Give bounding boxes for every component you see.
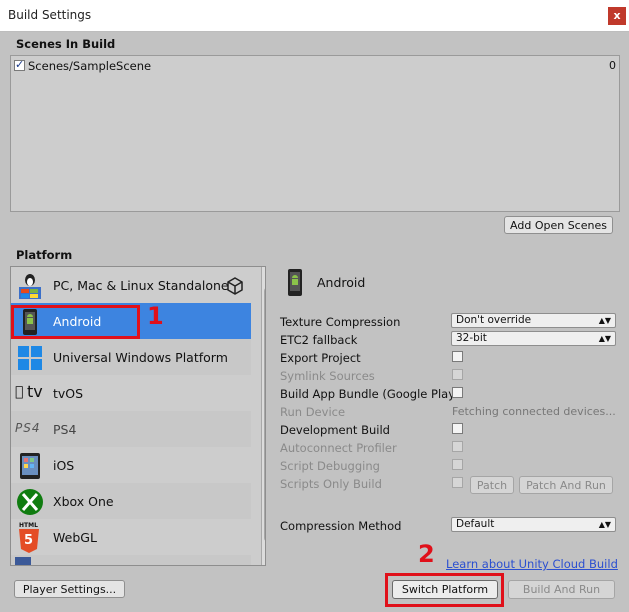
- platform-label: PC, Mac & Linux Standalone: [53, 278, 229, 293]
- platform-scrollbar[interactable]: ▲ ▼: [261, 267, 266, 565]
- annotation-box-1: [11, 305, 140, 339]
- html5-text: HTML: [19, 522, 38, 529]
- unity-icon: [225, 276, 245, 296]
- dropdown-arrow-icon: ▲▼: [598, 316, 611, 325]
- xbox-icon: [15, 487, 45, 515]
- development-build-label: Development Build: [280, 423, 390, 437]
- pc-mac-linux-icon: [15, 271, 45, 299]
- platform-item-webgl[interactable]: HTML 5 WebGL: [11, 519, 251, 555]
- scroll-up-icon[interactable]: ▲: [265, 270, 266, 278]
- close-button[interactable]: x: [608, 7, 626, 25]
- etc2-fallback-dropdown[interactable]: 32-bit ▲▼: [451, 331, 616, 346]
- player-settings-button[interactable]: Player Settings...: [14, 580, 125, 598]
- symlink-sources-label: Symlink Sources: [280, 369, 375, 383]
- apple-tv-icon:  tv: [15, 379, 45, 407]
- platform-label: PS4: [53, 422, 77, 437]
- etc2-fallback-label: ETC2 fallback: [280, 333, 358, 347]
- selected-platform-title: Android: [317, 275, 366, 290]
- title-bar: Build Settings x: [0, 0, 629, 32]
- scroll-thumb[interactable]: [264, 287, 265, 542]
- platform-item-partial[interactable]: [11, 555, 251, 565]
- platform-item-xbox-one[interactable]: Xbox One: [11, 483, 251, 519]
- scene-index: 0: [609, 59, 616, 72]
- texture-compression-label: Texture Compression: [280, 315, 401, 329]
- scenes-list[interactable]: Scenes/SampleScene 0: [10, 55, 620, 212]
- android-icon: [283, 268, 307, 298]
- compression-method-value: Default: [456, 518, 495, 530]
- dropdown-arrow-icon: ▲▼: [598, 520, 611, 529]
- symlink-sources-checkbox[interactable]: [452, 369, 463, 380]
- tv-logo-text: tv: [27, 382, 43, 401]
- patch-button[interactable]: Patch: [470, 476, 514, 494]
- run-device-label: Run Device: [280, 405, 346, 419]
- window-title: Build Settings: [8, 8, 92, 22]
- scenes-header: Scenes In Build: [16, 37, 116, 51]
- platform-label: iOS: [53, 458, 75, 473]
- platform-label: tvOS: [53, 386, 84, 401]
- scripts-only-build-label: Scripts Only Build: [280, 477, 382, 491]
- scene-name: Scenes/SampleScene: [28, 59, 152, 73]
- platform-label: Universal Windows Platform: [53, 350, 228, 365]
- run-device-value[interactable]: Fetching connected devices...: [452, 405, 616, 418]
- build-and-run-button[interactable]: Build And Run: [508, 580, 615, 599]
- ps4-icon: PS4: [15, 415, 45, 443]
- windows-icon: [15, 343, 45, 371]
- platform-item-tvos[interactable]:  tv tvOS: [11, 375, 251, 411]
- script-debugging-label: Script Debugging: [280, 459, 380, 473]
- platform-label: WebGL: [53, 530, 97, 545]
- platform-item-ps4[interactable]: PS4 PS4: [11, 411, 251, 447]
- compression-method-label: Compression Method: [280, 519, 402, 533]
- scene-row[interactable]: Scenes/SampleScene 0: [11, 57, 619, 74]
- scripts-only-build-checkbox[interactable]: [452, 477, 463, 488]
- etc2-fallback-value: 32-bit: [456, 332, 487, 344]
- ps4-logo-text: PS4: [15, 421, 41, 435]
- cloud-build-link[interactable]: Learn about Unity Cloud Build: [446, 557, 618, 571]
- dropdown-arrow-icon: ▲▼: [598, 334, 611, 343]
- build-app-bundle-checkbox[interactable]: [452, 387, 463, 398]
- compression-method-dropdown[interactable]: Default ▲▼: [451, 517, 616, 532]
- annotation-step-2: 2: [418, 540, 435, 568]
- platform-item-uwp[interactable]: Universal Windows Platform: [11, 339, 251, 375]
- platform-item-pc-mac-linux[interactable]: PC, Mac & Linux Standalone: [11, 267, 251, 303]
- autoconnect-profiler-label: Autoconnect Profiler: [280, 441, 397, 455]
- annotation-step-1: 1: [147, 302, 164, 330]
- scroll-down-icon[interactable]: ▼: [265, 553, 266, 561]
- platform-item-ios[interactable]: iOS: [11, 447, 251, 483]
- texture-compression-value: Don't override: [456, 314, 532, 326]
- development-build-checkbox[interactable]: [452, 423, 463, 434]
- export-project-label: Export Project: [280, 351, 361, 365]
- scene-checkbox[interactable]: [14, 58, 25, 71]
- patch-and-run-button[interactable]: Patch And Run: [519, 476, 613, 494]
- facebook-icon: [15, 557, 31, 565]
- platform-header: Platform: [16, 248, 73, 262]
- add-open-scenes-button[interactable]: Add Open Scenes: [504, 216, 613, 234]
- texture-compression-dropdown[interactable]: Don't override ▲▼: [451, 313, 616, 328]
- html5-num: 5: [24, 533, 34, 548]
- export-project-checkbox[interactable]: [452, 351, 463, 362]
- autoconnect-profiler-checkbox[interactable]: [452, 441, 463, 452]
- html5-icon: HTML 5: [15, 522, 45, 553]
- switch-platform-button[interactable]: Switch Platform: [392, 580, 498, 599]
- script-debugging-checkbox[interactable]: [452, 459, 463, 470]
- platform-label: Xbox One: [53, 494, 114, 509]
- build-app-bundle-label: Build App Bundle (Google Play: [280, 387, 456, 401]
- ios-icon: [15, 451, 45, 479]
